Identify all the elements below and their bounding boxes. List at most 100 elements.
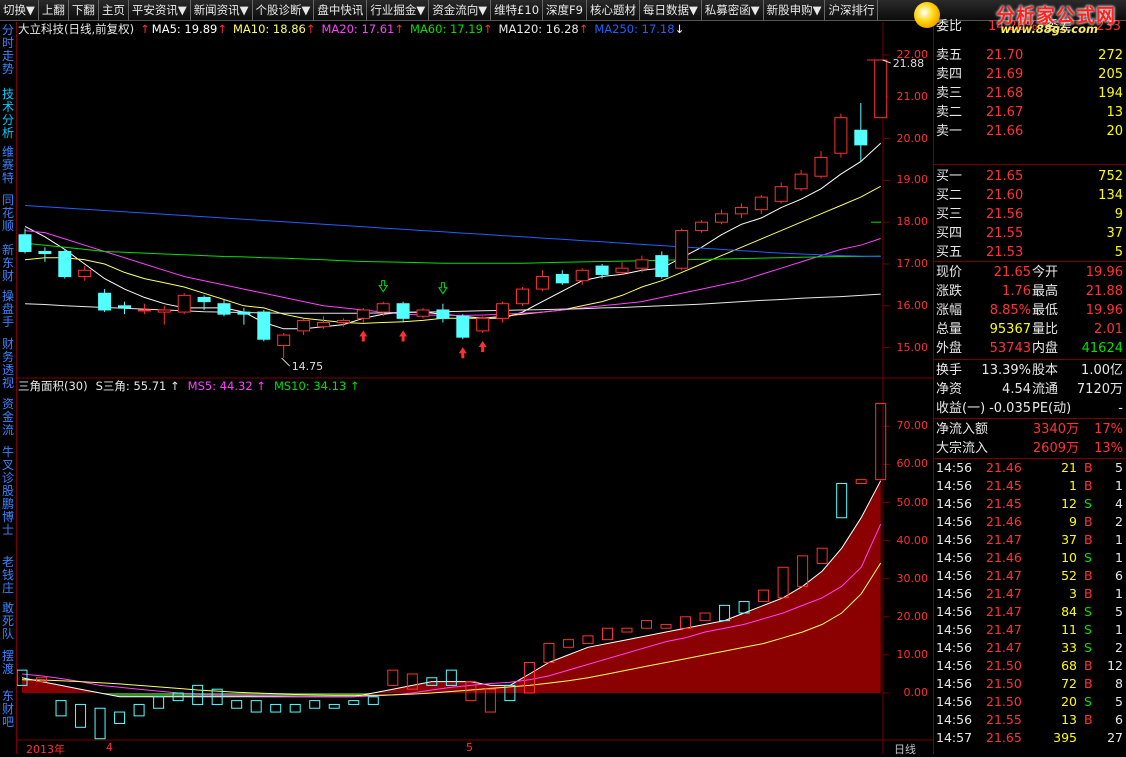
ma-line-MA60 [24,242,881,264]
sidebar-item-7[interactable]: 资金流 [0,398,16,437]
tick-side-11: B [1084,658,1093,673]
menu-item-3[interactable]: 主页 [99,0,129,20]
candle-body-6 [137,309,151,312]
candle-body-1 [38,250,52,255]
sub-bar-28 [562,639,574,648]
stat-value-b-2: 19.96 [1085,303,1123,318]
candle-body-36 [734,207,748,215]
up-arrow-icon: ↑ [140,22,150,36]
tick-count-3: 2 [1115,514,1123,529]
stat-value-a-3: 95367 [989,322,1031,337]
ask-price-1: 21.69 [986,67,1024,82]
tick-price-14: 21.55 [986,712,1022,727]
menu-item-1[interactable]: 上翻 [39,0,69,20]
tick-side-3: B [1084,514,1093,529]
main-y-tick-2: 20.00 [896,131,929,145]
menu-item-8[interactable]: 行业掘金▼ [367,0,430,20]
candle-body-35 [715,213,728,223]
candle-body-11 [237,311,251,315]
sidebar-item-3[interactable]: 同花顺 [0,194,16,233]
tick-count-5: 1 [1115,550,1123,565]
candle-body-10 [217,303,231,315]
sidebar-item-1[interactable]: 技术分析 [0,88,16,140]
menu-item-14[interactable]: 私募密函▼ [702,0,764,20]
menu-item-10[interactable]: 维特£10 [491,0,544,20]
menu-item-2[interactable]: 下翻 [69,0,99,20]
menu-item-7[interactable]: 盘中快讯 [314,0,368,20]
menu-item-4[interactable]: 平安资讯▼ [129,0,191,20]
sidebar-item-10[interactable]: 老钱庄 [0,556,16,595]
tick-side-6: B [1084,568,1093,583]
tick-row-12: 14:56 21.50 72 B 8 [934,675,1126,693]
bid-label-0: 买一 [936,169,963,184]
area-positive [22,480,881,693]
fund-label-b-0: 股本 [1032,363,1059,378]
sidebar-item-5[interactable]: 操盘手 [0,290,16,329]
ma-line-MA120 [24,293,881,314]
candle-body-3 [78,269,92,278]
tick-vol-1: 1 [1069,478,1077,493]
menu-item-13[interactable]: 每日数据▼ [640,0,702,20]
fund-label-a-2: 收益(一) [936,401,986,416]
tick-row-6: 14:56 21.47 52 B 6 [934,567,1126,585]
tick-vol-13: 20 [1061,694,1077,709]
menu-item-6[interactable]: 个股诊断▼ [253,0,315,20]
sub-bar-43 [855,479,867,484]
sidebar-item-6[interactable]: 财务透视 [0,338,16,390]
sidebar-item-8[interactable]: 牛叉诊股 [0,446,16,498]
menu-item-0[interactable]: 切换▼ [0,0,39,20]
tick-count-0: 5 [1115,460,1123,475]
tick-vol-0: 21 [1061,460,1077,475]
sidebar-item-12[interactable]: 摆渡 [0,650,16,676]
low-pointer [281,357,291,367]
candle-body-19 [396,303,410,319]
bid-price-1: 21.60 [986,188,1024,203]
candle-body-22 [456,315,470,338]
candle-body-43 [874,59,888,119]
tick-time-3: 14:56 [936,514,973,529]
candle-body-13 [277,334,291,347]
flow-pct-1: 13% [1094,441,1123,456]
menu-item-12[interactable]: 核心题材 [587,0,640,20]
sub-bar-34 [680,616,692,629]
menu-item-16[interactable]: 沪深排行 [825,0,879,20]
sidebar-item-9[interactable]: 鹏博士 [0,498,16,537]
menu-item-11[interactable]: 深度F9 [543,0,587,20]
sidebar-item-4[interactable]: 新东财 [0,244,16,283]
tick-vol-7: 3 [1069,586,1077,601]
flow-label-1: 大宗流入 [936,441,989,456]
buy-arrow-icon [359,330,368,342]
up-arrow-icon: ↑ [305,22,316,36]
stat-label-b-3: 量比 [1032,322,1059,337]
main-y-tick-5: 17.00 [896,257,929,270]
sidebar-item-13[interactable]: 东财吧 [0,690,16,729]
tick-count-1: 1 [1115,478,1123,493]
sidebar-item-0[interactable]: 分时走势 [0,24,16,76]
tick-count-10: 2 [1115,640,1123,655]
ask-vol-2: 194 [1098,86,1123,101]
sidebar-item-2[interactable]: 维赛特 [0,146,16,185]
up-arrow-icon: ↑ [394,22,405,36]
bid-price-3: 21.55 [986,226,1024,241]
ask-price-3: 21.67 [986,105,1024,120]
tick-price-12: 21.50 [986,676,1022,691]
sidebar-item-11[interactable]: 敢死队 [0,602,16,641]
sub-legend-0: S三角: 55.71 ↑ [95,379,180,393]
tick-time-15: 14:57 [936,730,973,745]
bid-row-1: 买二 21.60 134 [934,186,1126,205]
tick-side-2: S [1084,496,1092,511]
tick-time-1: 14:56 [936,478,973,493]
menu-item-9[interactable]: 资金流向▼ [429,0,492,20]
sub-chart-title: 三角面积(30) [18,379,88,393]
menu-item-5[interactable]: 新闻资讯▼ [191,0,253,20]
tick-side-14: B [1084,712,1093,727]
candle-body-39 [794,173,808,190]
menu-item-15[interactable]: 新股申购▼ [764,0,826,20]
flow-row-0: 净流入额 3340万 17% [934,420,1126,439]
sub-bar-31 [621,627,633,633]
stat-label-b-0: 今开 [1032,265,1059,280]
tick-row-8: 14:56 21.47 84 S 5 [934,603,1126,621]
fund-label-b-2: PE(动) [1032,401,1072,416]
tick-vol-12: 72 [1061,676,1077,691]
buy-arrow-icon [458,347,467,359]
